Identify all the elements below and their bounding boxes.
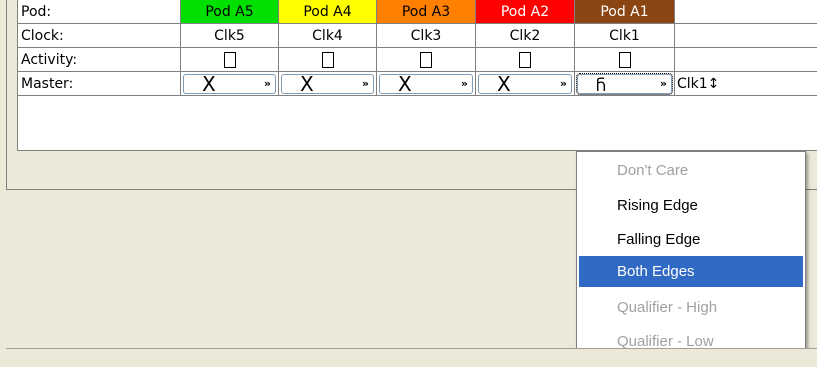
pod-a1-header[interactable]: Pod A1 xyxy=(575,0,675,24)
pod-grid-area: Pod: Pod A5 Pod A4 Pod A3 Pod A2 Pod A1 … xyxy=(17,0,817,151)
clock-a1: Clk1 xyxy=(575,24,675,48)
master-a5-combo[interactable]: X » xyxy=(183,72,276,96)
master-a1-combo[interactable]: Ⴌ » xyxy=(576,73,673,95)
menu-item-rising-edge[interactable]: Rising Edge xyxy=(577,190,803,221)
master-clock-value: Clk1↕ xyxy=(677,76,720,92)
activity-a1 xyxy=(575,48,675,72)
activity-a4 xyxy=(279,48,377,72)
clock-a4: Clk4 xyxy=(279,24,377,48)
pod-a4-header[interactable]: Pod A4 xyxy=(279,0,377,24)
master-a3-cell: X » xyxy=(377,72,476,96)
chevron-down-icon: » xyxy=(361,77,369,90)
pod-row-empty xyxy=(675,0,817,24)
master-a1-cell: Ⴌ » xyxy=(575,72,675,96)
clock-a5: Clk5 xyxy=(181,24,279,48)
master-label: Master: xyxy=(18,72,181,96)
master-a2-combo[interactable]: X » xyxy=(478,72,572,96)
chevron-down-icon: » xyxy=(263,77,271,90)
pod-a2-header[interactable]: Pod A2 xyxy=(476,0,575,24)
activity-indicator-icon xyxy=(321,52,334,68)
master-a4-combo[interactable]: X » xyxy=(281,72,374,96)
master-a5-cell: X » xyxy=(181,72,279,96)
both-edges-icon: Ⴌ xyxy=(596,76,606,95)
pod-a5-header[interactable]: Pod A5 xyxy=(181,0,279,24)
activity-a2 xyxy=(476,48,575,72)
activity-indicator-icon xyxy=(519,52,531,68)
dont-care-icon: X xyxy=(398,72,412,96)
clock-a2: Clk2 xyxy=(476,24,575,48)
activity-indicator-icon xyxy=(420,52,432,68)
pod-row: Pod: Pod A5 Pod A4 Pod A3 Pod A2 Pod A1 xyxy=(18,0,817,25)
activity-label: Activity: xyxy=(18,48,181,72)
clock-label: Clock: xyxy=(18,24,181,48)
master-a4-cell: X » xyxy=(279,72,377,96)
master-row: Master: X » X » X » X » Ⴌ » Clk1↕ xyxy=(18,72,817,97)
activity-row: Activity: xyxy=(18,48,817,73)
edge-select-dropdown: Don't Care Rising Edge Falling Edge Both… xyxy=(576,151,806,363)
clock-row: Clock: Clk5 Clk4 Clk3 Clk2 Clk1 xyxy=(18,24,817,49)
status-bar xyxy=(6,348,817,367)
menu-item-both-edges[interactable]: Both Edges xyxy=(579,256,803,287)
activity-a5 xyxy=(181,48,279,72)
chevron-down-icon: » xyxy=(460,77,468,90)
clock-row-empty xyxy=(675,24,817,48)
menu-item-falling-edge[interactable]: Falling Edge xyxy=(577,224,803,255)
master-a2-cell: X » xyxy=(476,72,575,96)
pod-label: Pod: xyxy=(18,0,181,24)
master-a3-combo[interactable]: X » xyxy=(379,72,473,96)
dont-care-icon: X xyxy=(497,72,511,96)
dont-care-icon: X xyxy=(202,72,216,96)
dont-care-icon: X xyxy=(300,72,314,96)
activity-a3 xyxy=(377,48,476,72)
master-value-cell: Clk1↕ xyxy=(675,72,817,96)
chevron-down-icon: » xyxy=(559,77,567,90)
chevron-down-icon: » xyxy=(659,77,667,90)
activity-indicator-icon xyxy=(618,52,631,68)
pod-a3-header[interactable]: Pod A3 xyxy=(377,0,476,24)
activity-row-empty xyxy=(675,48,817,72)
menu-item-qualifier-high: Qualifier - High xyxy=(617,299,718,316)
menu-item-dont-care: Don't Care xyxy=(617,162,689,179)
activity-indicator-icon xyxy=(223,52,236,68)
clock-a3: Clk3 xyxy=(377,24,476,48)
